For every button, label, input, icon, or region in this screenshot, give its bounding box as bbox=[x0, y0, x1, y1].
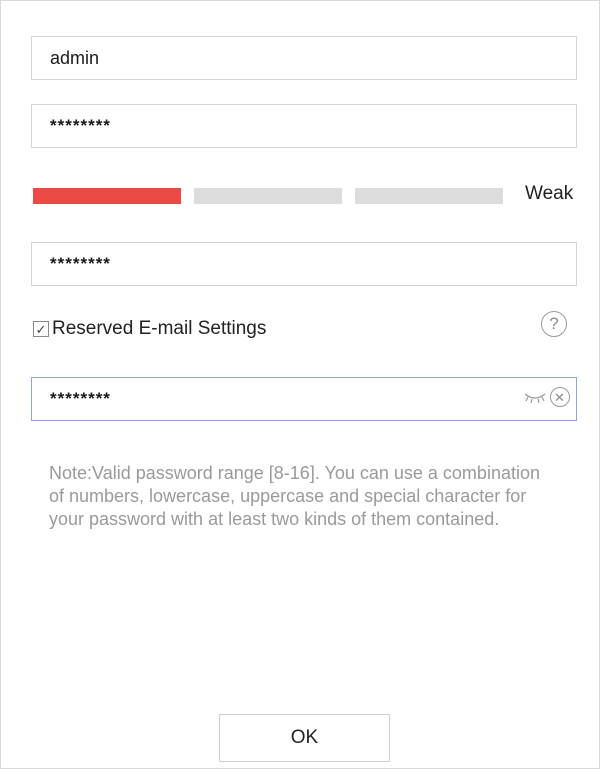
ok-button-label: OK bbox=[290, 727, 319, 748]
confirm-password-value: ******** bbox=[50, 254, 111, 273]
username-value: admin bbox=[50, 47, 100, 68]
ok-button[interactable]: OK bbox=[219, 714, 390, 762]
help-glyph: ? bbox=[549, 314, 559, 333]
password-strength-meter bbox=[33, 188, 581, 204]
clear-circle-icon[interactable]: ✕ bbox=[550, 387, 570, 407]
strength-segment-1 bbox=[33, 188, 181, 204]
reserved-email-checkbox[interactable]: ✓ bbox=[33, 321, 49, 337]
strength-label: Weak bbox=[525, 183, 574, 204]
reserved-email-password-field[interactable]: ******** ✕ bbox=[31, 377, 577, 421]
clear-glyph: ✕ bbox=[554, 389, 566, 405]
password-note: Note:Valid password range [8-16]. You ca… bbox=[49, 463, 540, 529]
question-circle-icon[interactable]: ? bbox=[541, 311, 567, 337]
reserved-email-row[interactable]: ✓ Reserved E-mail Settings bbox=[33, 318, 266, 340]
eye-closed-icon[interactable] bbox=[524, 391, 546, 405]
confirm-password-field[interactable]: ******** bbox=[31, 242, 577, 286]
strength-segment-3 bbox=[355, 188, 503, 204]
password-setup-panel: admin ******** Weak ******** ✓ Reserved … bbox=[0, 0, 600, 769]
password-field[interactable]: ******** bbox=[31, 104, 577, 148]
reserved-email-password-value: ******** bbox=[50, 389, 111, 408]
reserved-email-label: Reserved E-mail Settings bbox=[52, 318, 267, 339]
check-icon: ✓ bbox=[35, 321, 47, 337]
strength-segment-2 bbox=[194, 188, 342, 204]
password-value: ******** bbox=[50, 116, 111, 135]
username-field[interactable]: admin bbox=[31, 36, 577, 80]
